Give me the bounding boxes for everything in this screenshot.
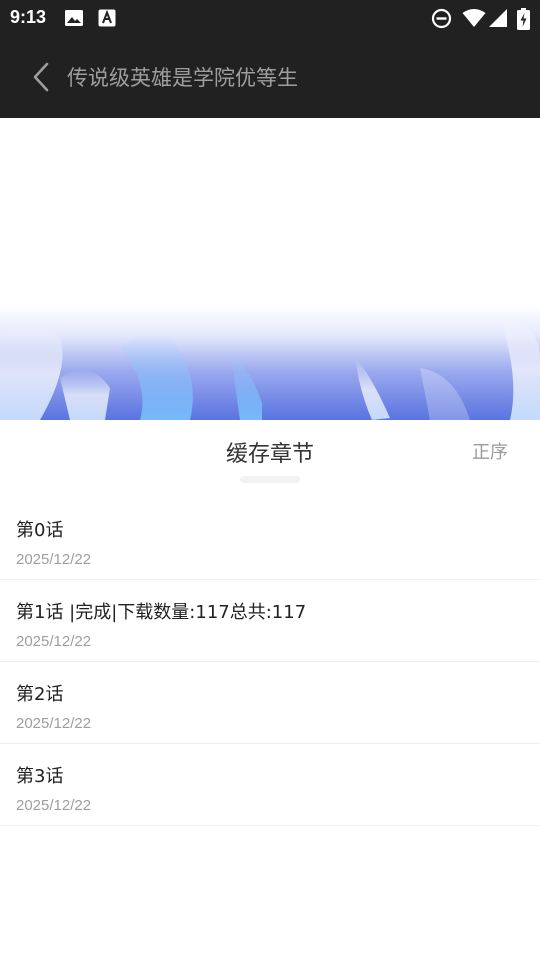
chapter-item[interactable]: 第2话 2025/12/22 [0,662,540,744]
chapter-name: 第2话 [16,684,64,705]
chapter-name: 第0话 [16,520,64,541]
panel-drag-handle[interactable] [240,476,300,483]
status-time: 9:13 [10,7,47,27]
cover-banner [0,118,540,420]
sort-order-button[interactable]: 正序 [472,438,508,464]
wifi-icon [462,8,486,32]
chapter-item[interactable]: 第3话 2025/12/22 [0,744,540,826]
battery-charging-icon [517,8,530,34]
image-icon [64,9,84,31]
status-bar: 9:13 [0,0,540,36]
chapter-list: 第0话 2025/12/22 第1话 |完成|下载数量:117总共:117 20… [0,498,540,826]
chapter-name: 第1话 |完成|下载数量:117总共:117 [16,602,307,623]
chapter-date: 2025/12/22 [16,633,92,650]
chapter-name: 第3话 [16,766,64,787]
banner-flame-illustration [0,118,540,420]
do-not-disturb-icon [431,8,452,33]
signal-icon [488,8,508,32]
chevron-left-icon [33,62,49,92]
text-a-icon [98,9,116,31]
chapter-item[interactable]: 第1话 |完成|下载数量:117总共:117 2025/12/22 [0,580,540,662]
chapter-date: 2025/12/22 [16,551,92,568]
app-bar: 传说级英雄是学院优等生 [0,36,540,118]
chapter-item[interactable]: 第0话 2025/12/22 [0,498,540,580]
page-title: 传说级英雄是学院优等生 [67,66,298,90]
back-button[interactable] [26,58,58,96]
chapter-date: 2025/12/22 [16,797,92,814]
cache-chapters-title: 缓存章节 [225,442,314,467]
chapter-date: 2025/12/22 [16,715,92,732]
